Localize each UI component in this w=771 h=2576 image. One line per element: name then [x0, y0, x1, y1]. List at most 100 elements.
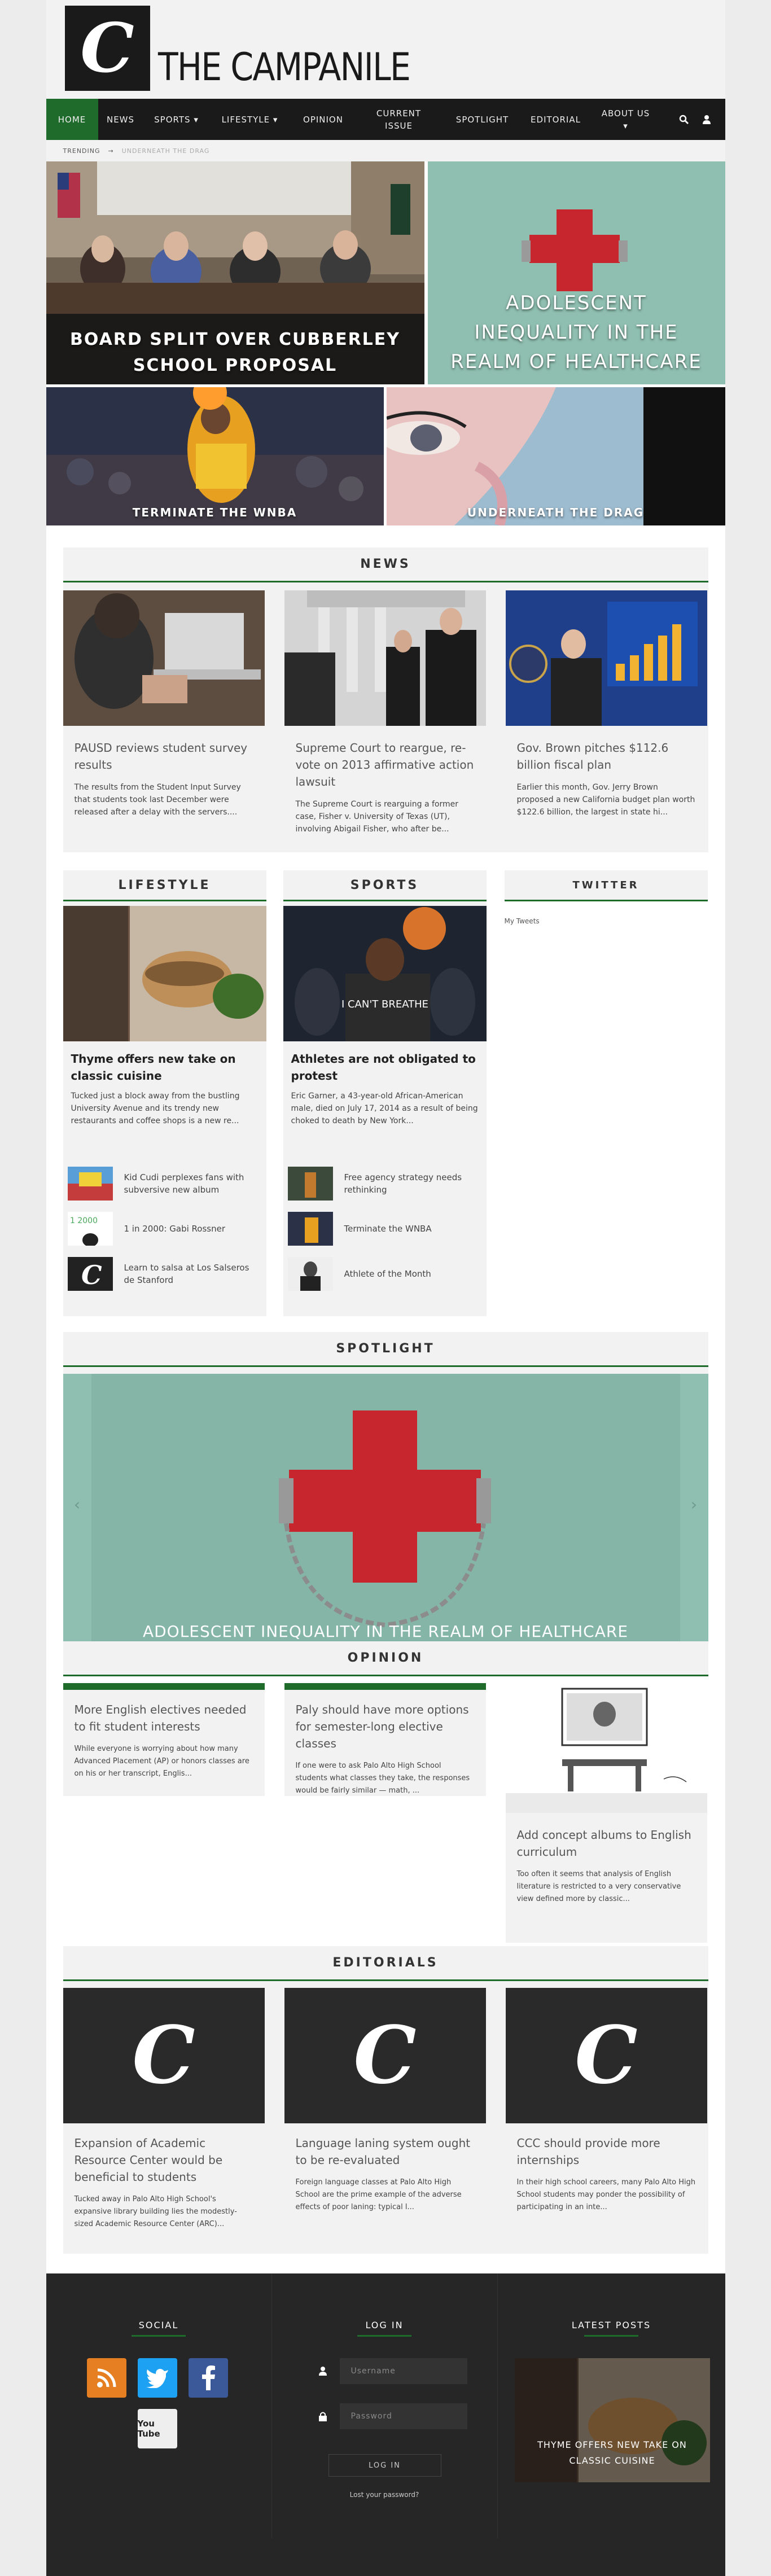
- editorial-excerpt: In their high school careers, many Palo …: [516, 2178, 696, 2211]
- footer-login: LOG IN Username Password LOG IN Lost you…: [272, 2273, 498, 2539]
- hero-bottom-left-caption[interactable]: TERMINATE THE WNBA: [46, 504, 384, 521]
- nav-current-issue[interactable]: CURRENT ISSUE: [368, 99, 430, 140]
- twitter-feed-link[interactable]: My Tweets: [505, 917, 708, 925]
- athlete-thumbnail: [287, 1257, 333, 1291]
- editorial-excerpt: Foreign language classes at Palo Alto Hi…: [295, 2178, 462, 2211]
- twitter-icon[interactable]: [137, 2358, 177, 2398]
- nav-editorial[interactable]: EDITORIAL: [519, 99, 593, 140]
- game-thumbnail: [287, 1167, 333, 1201]
- basketball-thumbnail: [287, 1212, 333, 1246]
- news-excerpt: The Supreme Court is rearguing a former …: [295, 800, 459, 834]
- editorial-logo-image: C: [284, 1988, 486, 2123]
- opinion-card[interactable]: Add concept albums to English curriculum…: [505, 1683, 707, 1943]
- list-item-label[interactable]: 1 in 2000: Gabi Rossner: [124, 1223, 260, 1235]
- editorial-card[interactable]: C Expansion of Academic Resource Center …: [63, 1988, 265, 2242]
- list-item[interactable]: Terminate the WNBA: [287, 1212, 480, 1246]
- spotlight-slider[interactable]: ‹ › ADOLESCENT INEQUALITY IN THE REALM O…: [63, 1374, 708, 1656]
- editorial-title[interactable]: CCC should provide more internships: [517, 2135, 696, 2168]
- latest-post-caption[interactable]: THYME OFFERS NEW TAKE ON CLASSIC CUISINE: [526, 2437, 699, 2469]
- editorials-heading: EDITORIALS: [63, 1946, 708, 1981]
- main-nav: HOME NEWS SPORTS ▾ LIFESTYLE ▾ OPINION C…: [46, 99, 725, 140]
- list-item-label[interactable]: Kid Cudi perplexes fans with subversive …: [124, 1171, 260, 1196]
- hero-grid: BOARD SPLIT OVER CUBBERLEY SCHOOL PROPOS…: [46, 161, 725, 525]
- youtube-icon[interactable]: You Tube: [137, 2409, 177, 2448]
- list-item-label[interactable]: Terminate the WNBA: [344, 1223, 480, 1235]
- news-card[interactable]: Gov. Brown pitches $112.6 billion fiscal…: [505, 590, 707, 830]
- login-button[interactable]: LOG IN: [328, 2454, 441, 2477]
- editorial-logo-image: C: [63, 1988, 265, 2123]
- news-card[interactable]: PAUSD reviews student survey results The…: [63, 590, 265, 830]
- list-item-label[interactable]: Free agency strategy needs rethinking: [344, 1171, 480, 1196]
- opinion-title[interactable]: More English electives needed to fit stu…: [75, 1701, 253, 1735]
- news-excerpt: The results from the Student Input Surve…: [74, 783, 241, 817]
- opinion-title[interactable]: Add concept albums to English curriculum: [517, 1826, 696, 1860]
- username-field[interactable]: Username: [339, 2358, 467, 2384]
- nav-home[interactable]: HOME: [46, 99, 98, 140]
- spotlight-heading: SPOTLIGHT: [63, 1332, 708, 1367]
- lifestyle-lead-title[interactable]: Thyme offers new take on classic cuisine: [71, 1050, 259, 1084]
- nav-about-us[interactable]: ABOUT US ▾: [601, 99, 651, 140]
- user-icon[interactable]: [695, 99, 718, 140]
- spotlight-section: SPOTLIGHT ‹ › ADOLESCENT INEQUALITY IN T…: [63, 1332, 708, 1657]
- search-icon[interactable]: [673, 99, 695, 140]
- site-title[interactable]: THE CAMPANILE: [158, 45, 411, 90]
- trending-label: TRENDING: [63, 147, 100, 155]
- editorial-card[interactable]: C CCC should provide more internships In…: [505, 1988, 707, 2225]
- latest-post-card[interactable]: THYME OFFERS NEW TAKE ON CLASSIC CUISINE: [514, 2358, 710, 2482]
- password-field[interactable]: Password: [339, 2403, 467, 2429]
- news-title[interactable]: Supreme Court to reargue, re-vote on 201…: [296, 739, 475, 790]
- opinion-title[interactable]: Paly should have more options for semest…: [296, 1701, 475, 1752]
- spotlight-caption[interactable]: ADOLESCENT INEQUALITY IN THE REALM OF HE…: [63, 1622, 708, 1641]
- trending-item[interactable]: UNDERNEATH THE DRAG: [122, 147, 210, 155]
- sports-lead-excerpt: Eric Garner, a 43-year-old African-Ameri…: [291, 1092, 478, 1125]
- news-card[interactable]: Supreme Court to reargue, re-vote on 201…: [284, 590, 486, 847]
- hero-main-caption[interactable]: BOARD SPLIT OVER CUBBERLEY SCHOOL PROPOS…: [46, 327, 424, 379]
- hero-bottom-left-tile[interactable]: TERMINATE THE WNBA: [46, 387, 384, 525]
- user-icon: [314, 2358, 331, 2384]
- list-item[interactable]: Free agency strategy needs rethinking: [287, 1167, 480, 1201]
- list-item[interactable]: 1 2000 1 in 2000: Gabi Rossner: [67, 1212, 260, 1246]
- nav-sports[interactable]: SPORTS ▾: [143, 99, 210, 140]
- list-item[interactable]: Athlete of the Month: [287, 1257, 480, 1291]
- nav-spotlight[interactable]: SPOTLIGHT: [446, 99, 519, 140]
- list-item[interactable]: Kid Cudi perplexes fans with subversive …: [67, 1167, 260, 1201]
- hero-right-caption[interactable]: ADOLESCENT INEQUALITY IN THE REALM OF HE…: [428, 288, 725, 376]
- restaurant-image: [63, 906, 266, 1041]
- portrait-thumbnail: 1 2000: [67, 1212, 113, 1246]
- list-item[interactable]: C Learn to salsa at Los Salseros de Stan…: [67, 1257, 260, 1291]
- list-item-label[interactable]: Athlete of the Month: [344, 1268, 480, 1280]
- opinion-excerpt: If one were to ask Palo Alto High School…: [295, 1762, 470, 1795]
- editorials-section: EDITORIALS C Expansion of Academic Resou…: [63, 1946, 708, 2254]
- hero-right-tile[interactable]: ADOLESCENT INEQUALITY IN THE REALM OF HE…: [427, 161, 725, 384]
- hero-bottom-right-tile[interactable]: UNDERNEATH THE DRAG: [386, 387, 725, 525]
- news-title[interactable]: Gov. Brown pitches $112.6 billion fiscal…: [517, 739, 696, 773]
- editorial-card[interactable]: C Language laning system ought to be re-…: [284, 1988, 486, 2225]
- footer-social: SOCIAL You Tube: [46, 2273, 272, 2539]
- facebook-icon[interactable]: [188, 2358, 228, 2398]
- sports-section: SPORTS I CAN'T BREATHE Athletes are not …: [283, 870, 487, 1316]
- sports-lead-title[interactable]: Athletes are not obligated to protest: [291, 1050, 479, 1084]
- lifestyle-heading: LIFESTYLE: [63, 870, 266, 901]
- lost-password-link[interactable]: Lost your password?: [272, 2491, 497, 2499]
- youtube-label: You Tube: [137, 2419, 160, 2439]
- editorial-title[interactable]: Language laning system ought to be re-ev…: [296, 2135, 475, 2168]
- site-logo[interactable]: C: [64, 6, 150, 91]
- slider-next-arrow[interactable]: ›: [680, 1495, 708, 1514]
- hero-main-tile[interactable]: BOARD SPLIT OVER CUBBERLEY SCHOOL PROPOS…: [46, 161, 424, 384]
- arrow-right-icon: →: [108, 147, 114, 155]
- nav-opinion[interactable]: OPINION: [290, 99, 357, 140]
- nav-news[interactable]: NEWS: [98, 99, 143, 140]
- hero-bottom-right-caption[interactable]: UNDERNEATH THE DRAG: [387, 504, 725, 521]
- opinion-card[interactable]: Paly should have more options for semest…: [284, 1683, 486, 1796]
- editorial-logo-image: C: [505, 1988, 707, 2123]
- opinion-excerpt: Too often it seems that analysis of Engl…: [516, 1870, 681, 1903]
- slider-prev-arrow[interactable]: ‹: [63, 1495, 91, 1514]
- nav-lifestyle[interactable]: LIFESTYLE ▾: [210, 99, 290, 140]
- opinion-card[interactable]: More English electives needed to fit stu…: [63, 1683, 265, 1796]
- news-heading: NEWS: [63, 547, 708, 582]
- news-title[interactable]: PAUSD reviews student survey results: [75, 739, 253, 773]
- cartoon-image: [505, 1683, 707, 1813]
- list-item-label[interactable]: Learn to salsa at Los Salseros de Stanfo…: [124, 1261, 260, 1286]
- editorial-title[interactable]: Expansion of Academic Resource Center wo…: [75, 2135, 253, 2185]
- rss-icon[interactable]: [86, 2358, 126, 2398]
